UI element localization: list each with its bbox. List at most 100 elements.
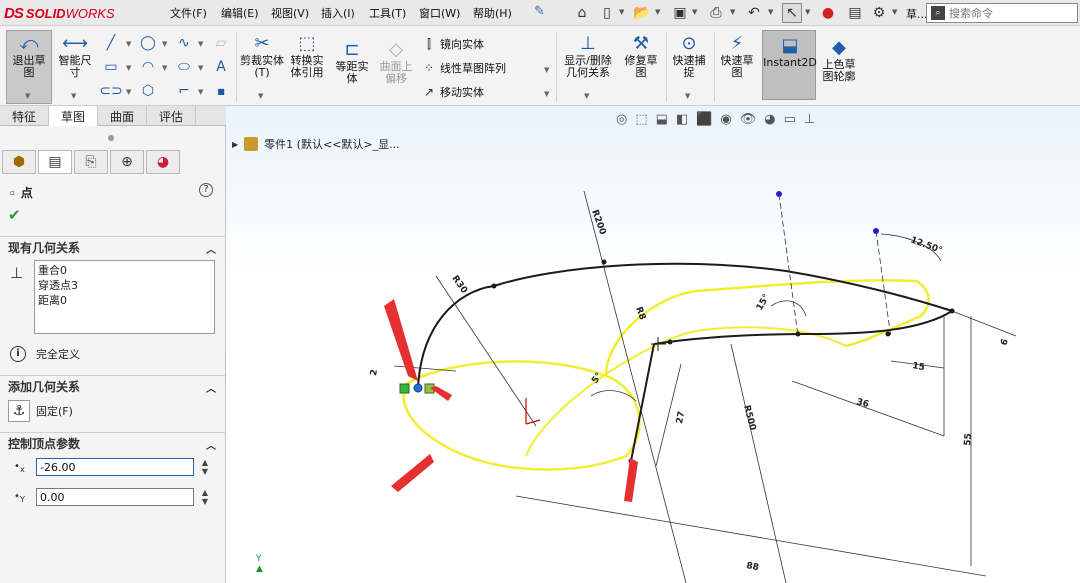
open-folder-icon[interactable]: 📂	[632, 3, 652, 23]
selected-control-vertex[interactable]	[413, 383, 423, 393]
chevron-down-icon[interactable]: ▼	[25, 92, 30, 100]
convert-entities-button[interactable]: ⬚ 转换实体引用	[286, 34, 328, 79]
sketch-canvas[interactable]: R200 R30 R8 R500 12.50° 15° 6 15 36 55 2…	[226, 106, 1080, 583]
configuration-manager-tab[interactable]: ⎘	[74, 150, 108, 174]
chevron-down-icon[interactable]: ▼	[805, 8, 810, 16]
dimxpert-manager-tab[interactable]: ⊕	[110, 150, 144, 174]
chevron-down-icon[interactable]: ▼	[162, 40, 167, 48]
file-properties-icon[interactable]: ▤	[845, 3, 865, 23]
chevron-down-icon[interactable]: ▼	[198, 40, 203, 48]
chevron-down-icon[interactable]: ▼	[655, 8, 660, 16]
dimension-15-deg[interactable]: 15°	[755, 293, 772, 313]
list-item[interactable]: 重合0	[38, 263, 211, 278]
control-vertex-params-header[interactable]: 控制顶点参数 ︿	[0, 432, 226, 454]
dimension-27[interactable]: 27	[675, 410, 687, 424]
circle-icon[interactable]: ◯	[139, 34, 157, 52]
gear-icon[interactable]: ⚙	[869, 3, 889, 23]
list-item[interactable]: 穿透点3	[38, 278, 211, 293]
mirror-entities-button[interactable]: ⫿ 镜向实体	[422, 36, 484, 52]
sketch-inner-curve[interactable]	[653, 310, 953, 345]
dimension-2[interactable]: 2	[369, 369, 380, 377]
chevron-down-icon[interactable]: ▼	[258, 92, 263, 100]
chevron-up-icon[interactable]: ︿	[206, 437, 216, 452]
offset-on-surface-button[interactable]: ◇ 曲面上偏移	[376, 40, 416, 85]
ellipse-icon[interactable]: ⬭	[175, 58, 193, 76]
smart-dimension-button[interactable]: ⟷ 智能尺寸	[54, 34, 96, 79]
chevron-down-icon[interactable]: ▼	[126, 40, 131, 48]
fix-relation-button[interactable]: ⚓ 固定(F)	[8, 400, 73, 422]
rectangle-icon[interactable]: ▭	[102, 58, 120, 76]
dimension-r8[interactable]: R8	[633, 306, 647, 322]
construction-endpoint[interactable]	[776, 191, 782, 197]
coincident-relation-marker[interactable]	[399, 383, 410, 394]
chevron-down-icon[interactable]: ▼	[584, 92, 589, 100]
chevron-down-icon[interactable]: ▼	[892, 8, 897, 16]
chevron-down-icon[interactable]: ▼	[126, 64, 131, 72]
fillet-icon[interactable]: ⌐	[175, 82, 193, 100]
spline-icon[interactable]: ∿	[175, 34, 193, 52]
traffic-light-icon[interactable]: ●	[818, 3, 838, 23]
polygon-icon[interactable]: ⬡	[139, 82, 157, 100]
dimension-36[interactable]: 36	[855, 397, 870, 410]
new-document-icon[interactable]: ▯	[597, 3, 617, 23]
chevron-down-icon[interactable]: ▼	[619, 8, 624, 16]
dimension-6[interactable]: 6	[999, 338, 1011, 347]
undo-icon[interactable]: ↶	[744, 3, 764, 23]
chevron-down-icon[interactable]: ▼	[162, 64, 167, 72]
chevron-down-icon[interactable]: ▼	[126, 88, 131, 96]
home-icon[interactable]: ⌂	[572, 3, 592, 23]
surface-icon[interactable]: ▱	[212, 34, 230, 52]
display-delete-relations-button[interactable]: ⊥ 显示/删除几何关系	[560, 34, 616, 79]
tab-surfaces[interactable]: 曲面	[98, 106, 148, 126]
dimension-55[interactable]: 55	[963, 433, 974, 446]
chevron-down-icon[interactable]: ▼	[71, 92, 76, 100]
chevron-down-icon[interactable]: ▼	[768, 8, 773, 16]
tab-sketch[interactable]: 草图	[49, 106, 99, 126]
chevron-down-icon[interactable]: ▼	[685, 92, 690, 100]
exit-sketch-label-group[interactable]: ⤺ 退出草图	[8, 34, 50, 79]
text-icon[interactable]: A	[212, 58, 230, 76]
print-icon[interactable]: ⎙	[706, 3, 726, 23]
menu-tools[interactable]: 工具(T)	[369, 5, 406, 21]
menu-help[interactable]: 帮助(H)	[473, 5, 512, 21]
linear-pattern-button[interactable]: ⁘ 线性草图阵列	[422, 60, 506, 76]
chevron-down-icon[interactable]: ▼	[692, 8, 697, 16]
dimension-15[interactable]: 15	[911, 361, 925, 373]
search-scope-label[interactable]: 草...	[906, 6, 928, 22]
menu-insert[interactable]: 插入(I)	[321, 5, 355, 21]
existing-relations-header[interactable]: 现有几何关系 ︿	[0, 236, 226, 258]
chevron-up-icon[interactable]: ︿	[206, 380, 216, 395]
rapid-sketch-button[interactable]: ⚡ 快速草图	[716, 34, 758, 79]
existing-relations-list[interactable]: 重合0 穿透点3 距离0	[34, 260, 215, 334]
menu-view[interactable]: 视图(V)	[271, 5, 309, 21]
feature-manager-tab[interactable]: ⬢	[2, 150, 36, 174]
search-box[interactable]: ⌕ 搜索命令	[926, 3, 1078, 23]
repair-sketch-button[interactable]: ⚒ 修复草图	[620, 34, 662, 79]
solidworks-logo[interactable]: DS SOLID WORKS	[4, 3, 115, 23]
dimension-r30[interactable]: R30	[450, 274, 469, 296]
chevron-down-icon[interactable]: ▼	[544, 90, 549, 98]
save-icon[interactable]: ▣	[670, 3, 690, 23]
menu-window[interactable]: 窗口(W)	[419, 5, 460, 21]
dimension-12-50-deg[interactable]: 12.50°	[909, 235, 943, 256]
tab-evaluate[interactable]: 评估	[147, 106, 197, 126]
dimension-88[interactable]: 88	[745, 561, 759, 573]
tab-features[interactable]: 特征	[0, 106, 50, 126]
shaded-sketch-contours-button[interactable]: ◆ 上色草图轮廓	[818, 38, 860, 83]
arc-icon[interactable]: ◠	[139, 58, 157, 76]
x-spinner[interactable]: ▲ ▼	[200, 458, 210, 476]
chevron-up-icon[interactable]: ︿	[206, 241, 216, 256]
dimension-r500[interactable]: R500	[741, 404, 757, 431]
x-value-input[interactable]	[36, 458, 194, 476]
ok-check-icon[interactable]: ✔	[8, 206, 21, 224]
add-relations-header[interactable]: 添加几何关系 ︿	[0, 375, 226, 397]
construction-endpoint[interactable]	[873, 228, 879, 234]
chevron-down-icon[interactable]: ▼	[198, 64, 203, 72]
help-icon[interactable]: ?	[199, 183, 213, 197]
quick-snaps-button[interactable]: ⊙ 快速捕捉	[668, 34, 710, 79]
highlighted-spline-crossover[interactable]	[525, 326, 847, 457]
graphics-area[interactable]: ◎ ⬚ ⬓ ◧ ⬛ ◉ 👁 ◕ ▭ ⊥ ▶ 零件1 (默认<<默认>_显...	[226, 106, 1080, 583]
point-icon[interactable]: ■	[212, 82, 230, 100]
panel-grip[interactable]	[108, 135, 114, 141]
chevron-down-icon[interactable]: ▼	[730, 8, 735, 16]
